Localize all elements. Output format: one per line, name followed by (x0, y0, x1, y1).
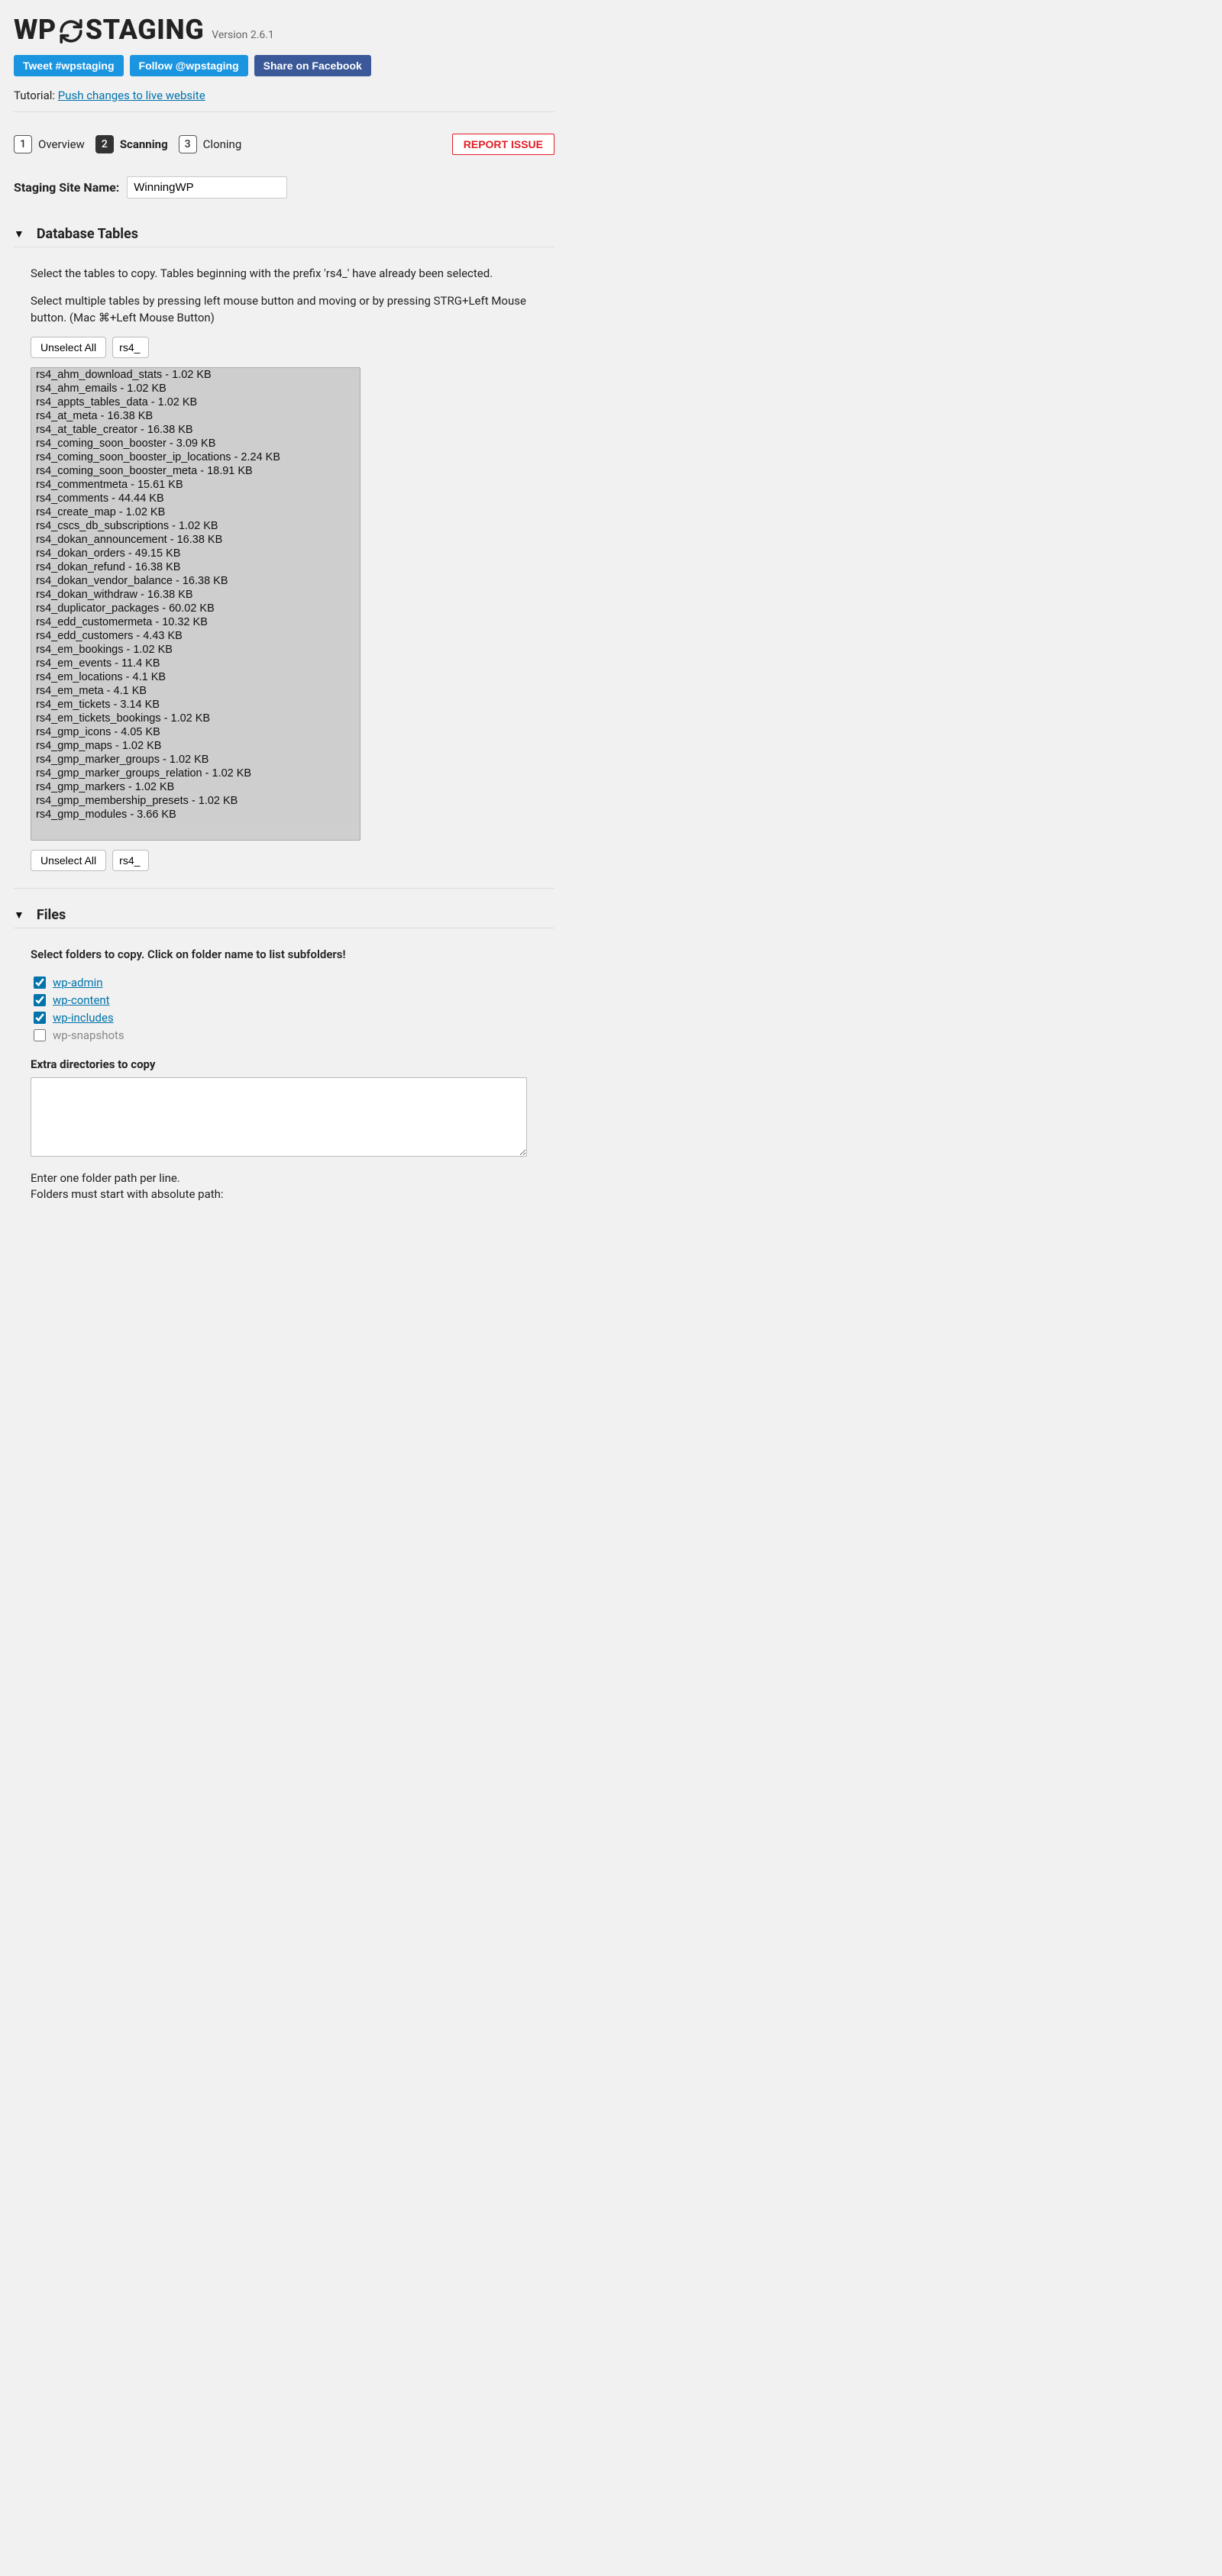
table-option[interactable]: rs4_dokan_withdraw - 16.38 KB (31, 588, 360, 602)
step-num-2: 2 (95, 135, 114, 153)
unselect-all-bottom-button[interactable]: Unselect All (31, 850, 106, 871)
table-option[interactable]: rs4_cscs_db_subscriptions - 1.02 KB (31, 519, 360, 533)
table-option[interactable]: rs4_gmp_maps - 1.02 KB (31, 739, 360, 753)
folder-checkbox[interactable] (34, 994, 46, 1006)
folder-row: wp-includes (31, 1009, 554, 1026)
table-option[interactable]: rs4_dokan_refund - 16.38 KB (31, 560, 360, 574)
db-tables-header[interactable]: ▼ Database Tables (14, 221, 554, 247)
follow-button[interactable]: Follow @wpstaging (130, 55, 248, 76)
table-option[interactable]: rs4_duplicator_packages - 60.02 KB (31, 602, 360, 615)
tutorial-prefix: Tutorial: (14, 89, 58, 102)
table-option[interactable]: rs4_em_tickets_bookings - 1.02 KB (31, 712, 360, 725)
step-label-cloning: Cloning (203, 137, 242, 151)
step-label-overview: Overview (38, 137, 85, 151)
extra-dirs-textarea[interactable] (31, 1077, 527, 1157)
table-option[interactable]: rs4_create_map - 1.02 KB (31, 505, 360, 519)
table-option[interactable]: rs4_em_locations - 4.1 KB (31, 670, 360, 684)
table-option[interactable]: rs4_at_meta - 16.38 KB (31, 409, 360, 423)
folder-link[interactable]: wp-admin (53, 976, 103, 989)
files-help: Select folders to copy. Click on folder … (31, 947, 554, 964)
folders-list: wp-admin wp-content wp-includes wp-snapshot… (31, 974, 554, 1044)
site-name-input[interactable] (127, 176, 287, 199)
table-option[interactable]: rs4_em_tickets - 3.14 KB (31, 698, 360, 712)
table-option[interactable]: rs4_em_events - 11.4 KB (31, 657, 360, 670)
collapse-icon: ▼ (14, 909, 24, 922)
tutorial-link[interactable]: Push changes to live website (58, 89, 205, 102)
table-option[interactable]: rs4_gmp_marker_groups_relation - 1.02 KB (31, 767, 360, 780)
table-option[interactable]: rs4_em_meta - 4.1 KB (31, 684, 360, 698)
files-title: Files (37, 907, 66, 923)
folder-checkbox[interactable] (34, 1012, 46, 1024)
steps-nav: 1 Overview 2 Scanning 3 Cloning REPORT I… (14, 134, 554, 155)
share-facebook-button[interactable]: Share on Facebook (254, 55, 371, 76)
step-overview[interactable]: 1 Overview (14, 135, 85, 153)
table-option[interactable]: rs4_comments - 44.44 KB (31, 492, 360, 505)
table-option[interactable]: rs4_edd_customermeta - 10.32 KB (31, 615, 360, 629)
extra-hint-2: Folders must start with absolute path: (31, 1186, 554, 1202)
db-help-1: Select the tables to copy. Tables beginn… (31, 266, 554, 282)
table-option[interactable]: rs4_dokan_announcement - 16.38 KB (31, 533, 360, 547)
report-issue-button[interactable]: REPORT ISSUE (452, 134, 554, 155)
version-text: Version 2.6.1 (212, 29, 274, 41)
table-option[interactable]: rs4_coming_soon_booster - 3.09 KB (31, 437, 360, 450)
folder-link[interactable]: wp-includes (53, 1011, 114, 1025)
table-option[interactable]: rs4_ahm_emails - 1.02 KB (31, 382, 360, 395)
tutorial-line: Tutorial: Push changes to live website (14, 89, 554, 102)
folder-row: wp-snapshots (31, 1027, 554, 1044)
logo-part2: STAGING (86, 14, 205, 46)
prefix-input-top[interactable] (112, 337, 149, 358)
table-option[interactable]: rs4_gmp_membership_presets - 1.02 KB (31, 794, 360, 808)
table-option[interactable]: rs4_dokan_vendor_balance - 16.38 KB (31, 574, 360, 588)
step-label-scanning: Scanning (120, 137, 168, 151)
table-option[interactable]: rs4_ahm_download_stats - 1.02 KB (31, 368, 360, 382)
folder-checkbox[interactable] (34, 976, 46, 989)
logo: WP STAGING (14, 14, 204, 46)
folder-checkbox[interactable] (34, 1029, 46, 1041)
extra-dirs-label: Extra directories to copy (31, 1057, 554, 1071)
collapse-icon: ▼ (14, 228, 24, 240)
table-option[interactable]: rs4_coming_soon_booster_ip_locations - 2… (31, 450, 360, 464)
db-help-2: Select multiple tables by pressing left … (31, 293, 554, 327)
table-option[interactable]: rs4_gmp_modules - 3.66 KB (31, 808, 360, 822)
table-option[interactable]: rs4_coming_soon_booster_meta - 18.91 KB (31, 464, 360, 478)
prefix-input-bottom[interactable] (112, 850, 149, 871)
step-num-1: 1 (14, 135, 32, 153)
table-option[interactable]: rs4_gmp_marker_groups - 1.02 KB (31, 753, 360, 767)
table-option[interactable]: rs4_gmp_markers - 1.02 KB (31, 780, 360, 794)
sync-icon (57, 14, 86, 46)
table-option[interactable]: rs4_at_table_creator - 16.38 KB (31, 423, 360, 437)
tweet-button[interactable]: Tweet #wpstaging (14, 55, 124, 76)
step-scanning[interactable]: 2 Scanning (95, 135, 168, 153)
extra-hint-1: Enter one folder path per line. (31, 1170, 554, 1186)
table-option[interactable]: rs4_gmp_icons - 4.05 KB (31, 725, 360, 739)
table-option[interactable]: rs4_em_bookings - 1.02 KB (31, 643, 360, 657)
table-option[interactable]: rs4_edd_customers - 4.43 KB (31, 629, 360, 643)
table-option[interactable]: rs4_commentmeta - 15.61 KB (31, 478, 360, 492)
table-option[interactable]: rs4_appts_tables_data - 1.02 KB (31, 395, 360, 409)
folder-link[interactable]: wp-content (53, 993, 110, 1007)
step-num-3: 3 (179, 135, 197, 153)
folder-row: wp-content (31, 992, 554, 1009)
step-cloning[interactable]: 3 Cloning (179, 135, 242, 153)
folder-row: wp-admin (31, 974, 554, 991)
files-header[interactable]: ▼ Files (14, 902, 554, 928)
folder-label-disabled: wp-snapshots (53, 1028, 124, 1042)
db-tables-title: Database Tables (37, 226, 138, 242)
tables-multiselect[interactable]: rs4_ahm_download_stats - 1.02 KBrs4_ahm_… (31, 367, 360, 841)
unselect-all-top-button[interactable]: Unselect All (31, 337, 106, 358)
table-option[interactable]: rs4_dokan_orders - 49.15 KB (31, 547, 360, 560)
site-name-label: Staging Site Name: (14, 180, 119, 195)
logo-part1: WP (14, 14, 57, 46)
